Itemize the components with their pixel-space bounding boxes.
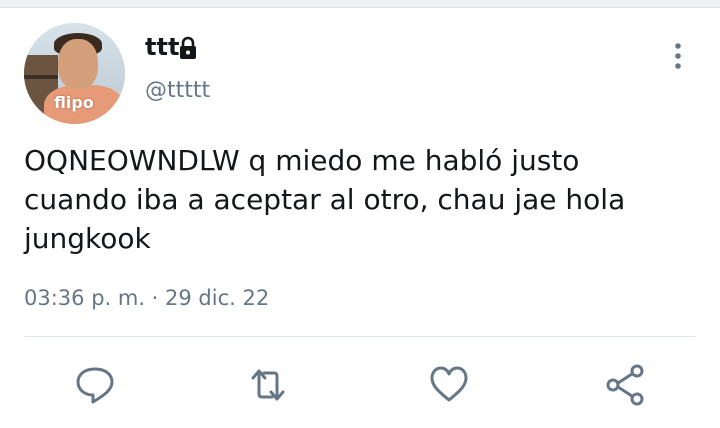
top-divider [0, 0, 720, 8]
retweet-icon[interactable] [243, 360, 293, 410]
timestamp[interactable]: 03:36 p. m. · 29 dic. 22 [24, 286, 269, 310]
more-vertical-icon[interactable] [668, 40, 688, 72]
action-bar [0, 360, 720, 410]
reply-icon[interactable] [70, 360, 120, 410]
tweet-text-line: OQNEOWNDLW q miedo me habló justo [24, 144, 580, 177]
avatar-caption: flipo [54, 93, 94, 112]
avatar-shelf-edge [24, 75, 58, 79]
share-icon[interactable] [601, 360, 651, 410]
handle[interactable]: @ttttt [145, 78, 210, 103]
tweet-text-line: jungkook [24, 222, 151, 255]
lock-icon [177, 36, 199, 60]
display-name[interactable]: ttt [145, 33, 179, 61]
avatar[interactable]: flipo [24, 23, 125, 124]
avatar-face [58, 39, 98, 89]
divider [24, 336, 696, 337]
tweet-text: OQNEOWNDLW q miedo me habló justo cuando… [24, 141, 684, 258]
tweet-text-line: cuando iba a aceptar al otro, chau jae h… [24, 183, 626, 216]
like-icon[interactable] [424, 360, 474, 410]
